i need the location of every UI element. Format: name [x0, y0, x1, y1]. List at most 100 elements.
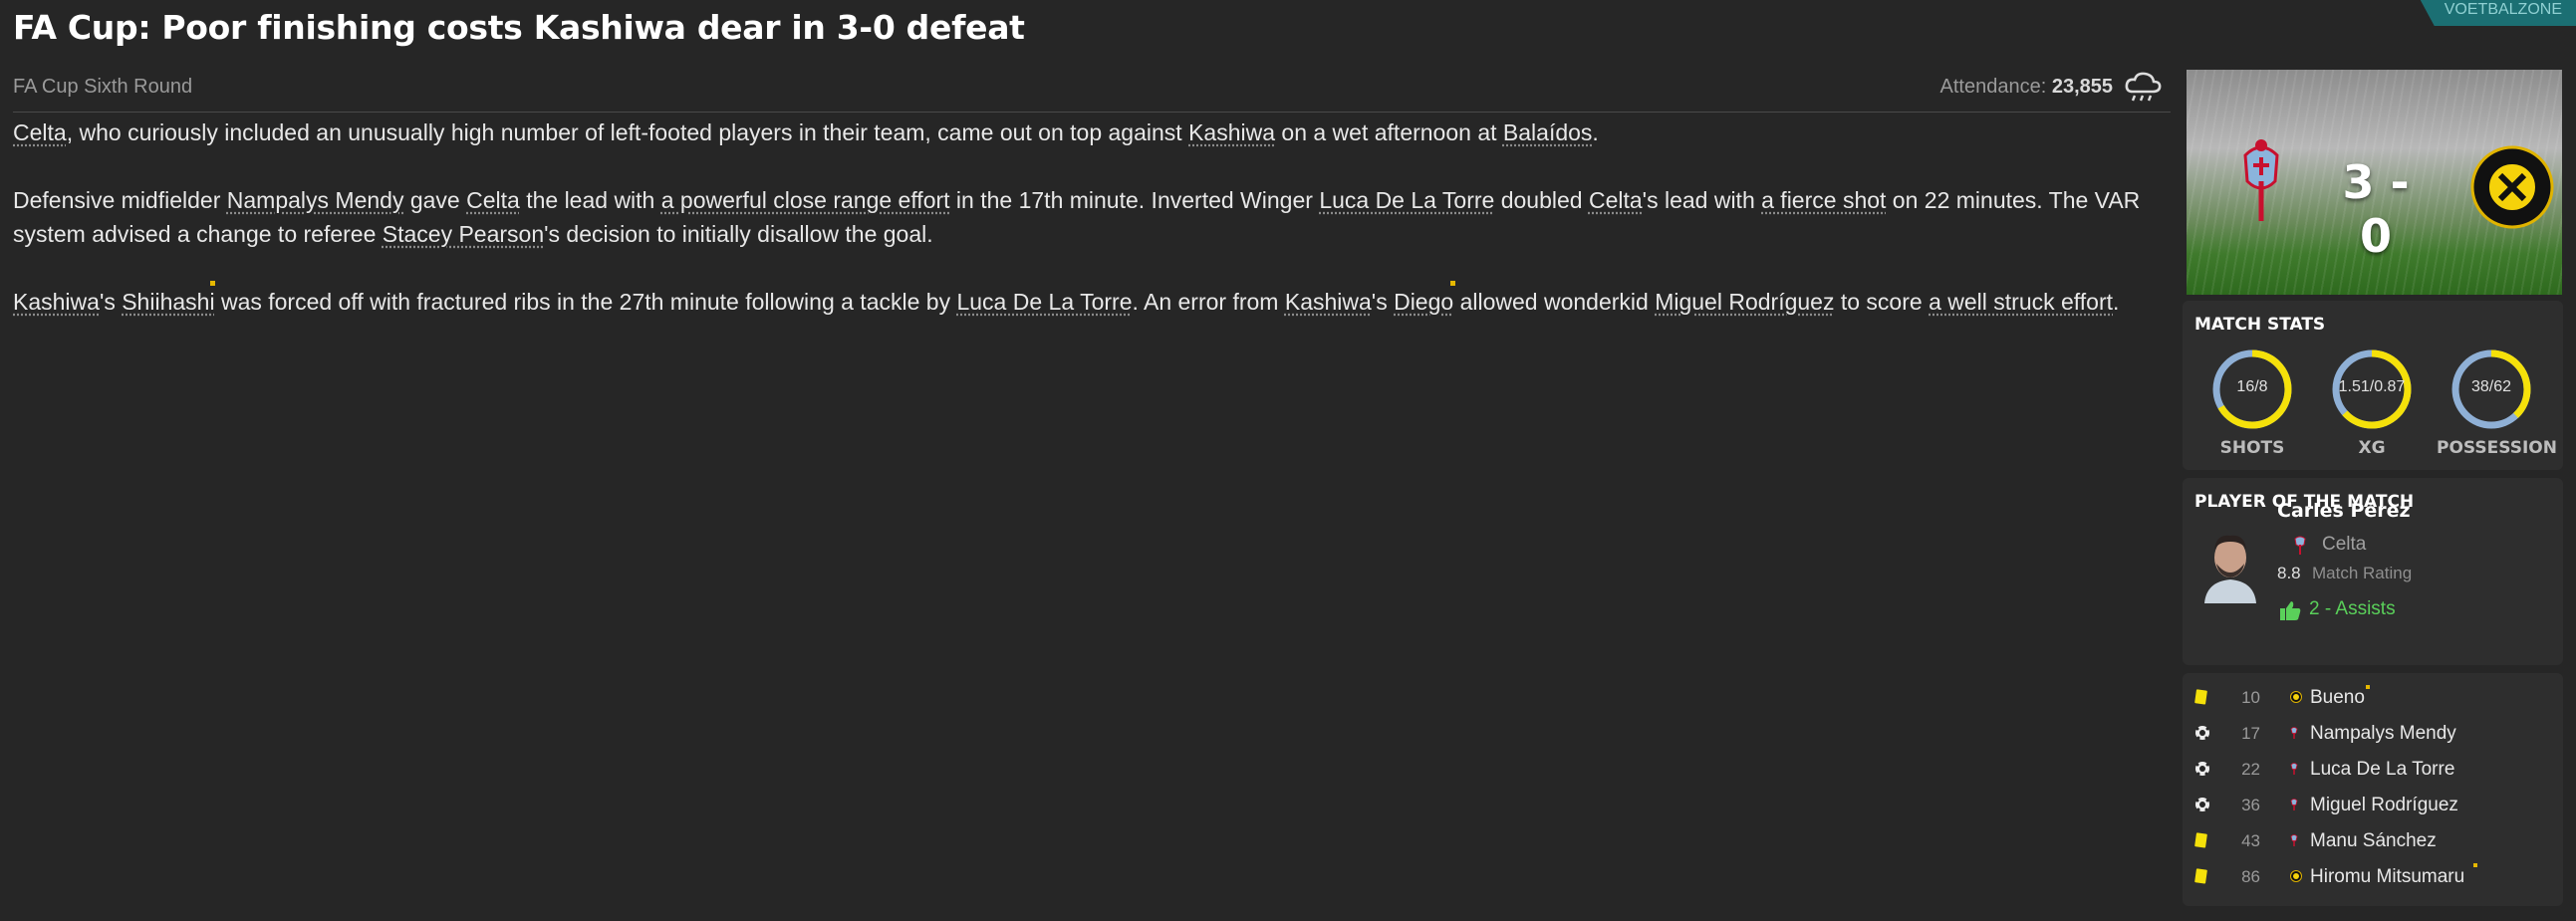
entity-link[interactable]: Celta [466, 187, 520, 213]
event-minute: 10 [2241, 688, 2260, 707]
event-player[interactable]: Manu Sánchez [2310, 830, 2437, 852]
text-run: , who curiously included an unusually hi… [66, 119, 1189, 145]
assists-count: 2 - Assists [2309, 598, 2396, 619]
entity-link[interactable]: Kashiwa [1188, 119, 1275, 145]
match-event-row[interactable]: 22 Luca De La Torre [2183, 753, 2563, 789]
stat-shots[interactable]: 16/8 SHOTS [2197, 346, 2307, 458]
player-avatar [2198, 524, 2262, 603]
entity-link[interactable]: Luca De La Torre [1319, 187, 1494, 213]
match-stats-panel: MATCH STATS 16/8 SHOTS 1.51/0.87 XG 38/6… [2183, 301, 2563, 470]
match-event-row[interactable]: 43 Manu Sánchez [2183, 824, 2563, 860]
match-rating-value: 8.8 [2277, 564, 2301, 582]
rain-cloud-icon [2125, 72, 2162, 102]
text-run: 's lead with [1642, 187, 1762, 213]
entity-link[interactable]: Balaídos [1503, 119, 1593, 145]
event-minute: 43 [2241, 831, 2260, 850]
entity-link[interactable]: Kashiwa [13, 289, 100, 315]
yellow-card-icon [2194, 689, 2208, 710]
event-minute: 17 [2241, 724, 2260, 743]
celta-crest-icon [2294, 536, 2306, 555]
stat-label: POSSESSION [2437, 438, 2557, 458]
match-report-text: Celta, who curiously included an unusual… [13, 115, 2175, 352]
player-club[interactable]: Celta [2322, 534, 2366, 556]
text-run: . [2113, 289, 2120, 315]
event-minute: 36 [2241, 796, 2260, 814]
kashiwa-crest-icon [2470, 145, 2554, 229]
text-run: 's [99, 289, 123, 315]
entity-link[interactable]: Miguel Rodríguez [1655, 289, 1834, 315]
entity-link[interactable]: Diego [1394, 289, 1453, 315]
report-paragraph-2: Defensive midfielder Nampalys Mendy gave… [13, 183, 2175, 251]
celta-crest-icon [2290, 726, 2298, 745]
entity-link[interactable]: Celta [13, 119, 67, 145]
celta-crest-icon [2290, 798, 2298, 816]
celta-crest-icon [2290, 762, 2298, 781]
text-run: on a wet afternoon at [1275, 119, 1503, 145]
goal-ball-icon [2194, 725, 2210, 746]
entity-link[interactable]: Kashiwa [1285, 289, 1372, 315]
match-event-row[interactable]: 86 Hiromu Mitsumaru [2183, 860, 2563, 896]
stat-label: XG [2358, 438, 2386, 458]
event-player[interactable]: Bueno [2310, 687, 2365, 709]
report-paragraph-1: Celta, who curiously included an unusual… [13, 115, 2175, 149]
text-run: allowed wonderkid [1453, 289, 1656, 315]
report-paragraph-3: Kashiwa's Shiihashi was forced off with … [13, 285, 2175, 319]
kashiwa-crest-icon [2290, 690, 2302, 708]
final-score: 3 - 0 [2342, 155, 2410, 263]
article-headline: FA Cup: Poor finishing costs Kashiwa dea… [13, 8, 1025, 47]
event-player[interactable]: Luca De La Torre [2310, 759, 2454, 781]
stat-value: 38/62 [2470, 378, 2512, 395]
stat-label: SHOTS [2219, 438, 2285, 458]
highlight-marker [1450, 281, 1455, 286]
event-player[interactable]: Hiromu Mitsumaru [2310, 866, 2464, 888]
match-event-row[interactable]: 17 Nampalys Mendy [2183, 717, 2563, 753]
highlight-marker [2366, 685, 2370, 689]
text-run: . [1592, 119, 1599, 145]
event-player[interactable]: Miguel Rodríguez [2310, 795, 2458, 816]
attendance-label: Attendance: [1939, 76, 2047, 98]
entity-link[interactable]: a fierce shot [1761, 187, 1886, 213]
text-run: was forced off with fractured ribs in th… [214, 289, 957, 315]
stat-xg[interactable]: 1.51/0.87 XG [2317, 346, 2427, 458]
yellow-card-icon [2194, 832, 2208, 853]
player-of-the-match-panel[interactable]: PLAYER OF THE MATCH Carles Pérez Celta 8… [2183, 478, 2563, 665]
attendance-value: 23,855 [2051, 76, 2113, 98]
text-run: Defensive midfielder [13, 187, 227, 213]
entity-link[interactable]: a well struck effort [1929, 289, 2113, 315]
yellow-card-icon [2194, 868, 2208, 889]
match-event-row[interactable]: 10 Bueno [2183, 681, 2563, 717]
brand-tag: VOETBALZONE [2420, 0, 2576, 26]
attendance: Attendance: 23,855 [1940, 76, 2113, 99]
celta-crest-icon [2243, 139, 2279, 221]
kashiwa-crest-icon [2290, 869, 2302, 887]
goal-ball-icon [2194, 761, 2210, 782]
match-info-row: FA Cup Sixth Round Attendance: 23,855 [13, 72, 2171, 113]
match-rating-label: Match Rating [2312, 564, 2413, 582]
thumbs-up-icon [2280, 601, 2301, 620]
entity-link[interactable]: Celta [1589, 187, 1643, 213]
entity-link[interactable]: Shiihashi [122, 289, 214, 315]
entity-link[interactable]: Stacey Pearson [383, 221, 544, 247]
celta-crest-icon [2290, 833, 2298, 852]
text-run: doubled [1494, 187, 1589, 213]
text-run: the lead with [519, 187, 661, 213]
match-events-panel: 10 Bueno 17 Nampalys Mendy 22 Luca De La Torr… [2183, 673, 2563, 906]
event-player[interactable]: Nampalys Mendy [2310, 723, 2456, 745]
competition-round: FA Cup Sixth Round [13, 76, 193, 98]
match-score-banner[interactable]: 3 - 0 [2187, 70, 2562, 295]
stat-value: 1.51/0.87 [2338, 378, 2406, 395]
text-run: gave [403, 187, 467, 213]
event-minute: 86 [2241, 867, 2260, 886]
entity-link[interactable]: a powerful close range effort [661, 187, 950, 213]
match-event-row[interactable]: 36 Miguel Rodríguez [2183, 789, 2563, 824]
text-run: 's [1371, 289, 1395, 315]
player-name[interactable]: Carles Pérez [2277, 500, 2411, 522]
text-run: 's decision to initially disallow the go… [544, 221, 933, 247]
highlight-marker [2473, 863, 2477, 867]
goal-ball-icon [2194, 797, 2210, 817]
text-run: to score [1834, 289, 1930, 315]
entity-link[interactable]: Nampalys Mendy [227, 187, 404, 213]
stat-possession[interactable]: 38/62 POSSESSION [2437, 346, 2557, 458]
stat-value: 16/8 [2236, 378, 2268, 395]
entity-link[interactable]: Luca De La Torre [956, 289, 1132, 315]
